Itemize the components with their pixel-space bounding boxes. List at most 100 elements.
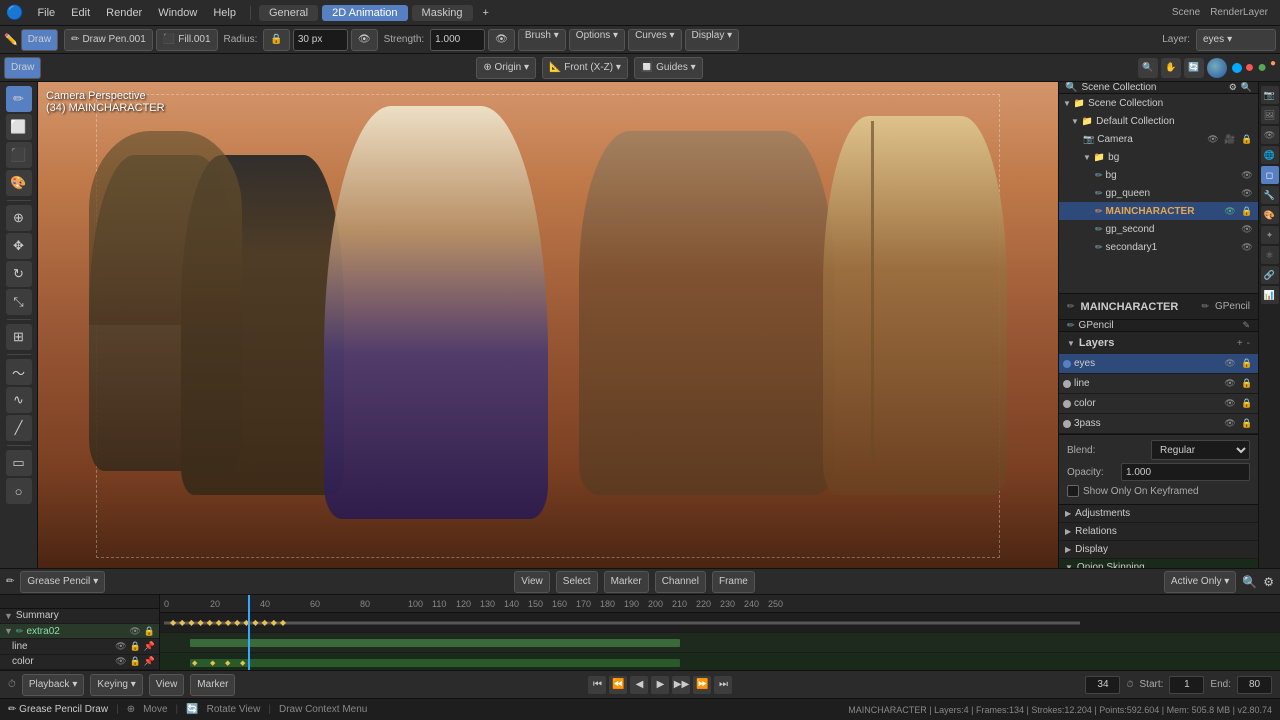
viewport-icon-3[interactable]: 🔄 [1184, 58, 1204, 78]
prev-keyframe-btn[interactable]: ⏪ [609, 676, 627, 694]
radius-eye[interactable]: 👁 [351, 29, 378, 51]
layer-eyes-eye[interactable]: 👁 [1223, 357, 1237, 371]
view-dropdown[interactable]: 📐 Front (X-Z) ▾ [542, 57, 628, 79]
curves-dropdown[interactable]: Curves ▾ [628, 29, 681, 51]
summary-collapse[interactable]: ▼ [4, 611, 13, 621]
workspace-add[interactable]: + [477, 5, 495, 21]
tool-rotate[interactable]: ↻ [6, 261, 32, 287]
color-eye[interactable]: 👁 [115, 656, 126, 667]
jump-end-btn[interactable]: ⏭ [714, 676, 732, 694]
menu-file[interactable]: File [31, 5, 61, 21]
playback-btn[interactable]: Playback ▾ [22, 674, 85, 696]
next-frame-btn[interactable]: ▶▶ [672, 676, 690, 694]
timeline-frame-menu[interactable]: Frame [712, 571, 755, 593]
viewport-icon-1[interactable]: 🔍 [1138, 58, 1158, 78]
color-pin[interactable]: 📌 [144, 656, 155, 667]
strength-eye[interactable]: 👁 [488, 29, 515, 51]
side-tab-shader[interactable]: 🎨 [1261, 206, 1279, 224]
layers-header[interactable]: ▼ Layers + - [1059, 332, 1258, 354]
tool-move[interactable]: ✥ [6, 233, 32, 259]
tool-erase[interactable]: ⬜ [6, 114, 32, 140]
draw-mode-btn[interactable]: Draw [4, 57, 41, 79]
timeline-marker-menu[interactable]: Marker [604, 571, 649, 593]
prev-frame-btn[interactable]: ◀ [630, 676, 648, 694]
render-layer-selector[interactable]: RenderLayer [1210, 7, 1268, 18]
gp-second-eye[interactable]: 👁 [1240, 222, 1254, 236]
viewport-gizmo[interactable] [1207, 58, 1227, 78]
blend-dropdown[interactable]: Regular [1151, 440, 1250, 460]
line-lock[interactable]: 🔒 [130, 641, 141, 652]
workspace-masking[interactable]: Masking [412, 5, 473, 21]
tool-draw[interactable]: ✏ [6, 86, 32, 112]
layer-3pass-lock[interactable]: 🔒 [1240, 417, 1254, 431]
layer-line-lock[interactable]: 🔒 [1240, 377, 1254, 391]
outliner-secondary1[interactable]: ✏ secondary1 👁 [1059, 238, 1258, 256]
layer-eyes[interactable]: eyes 👁 🔒 [1059, 354, 1258, 374]
show-keyframed-checkbox[interactable] [1067, 485, 1079, 497]
layer-color-eye[interactable]: 👁 [1223, 397, 1237, 411]
tool-line[interactable]: ╱ [6, 415, 32, 441]
opacity-field[interactable]: 1.000 [1121, 463, 1250, 481]
side-tab-physics[interactable]: ⚛ [1261, 246, 1279, 264]
side-tab-data[interactable]: 📊 [1261, 286, 1279, 304]
onion-skinning-section[interactable]: ▼ Onion Skinning [1059, 559, 1258, 568]
layer-color[interactable]: color 👁 🔒 [1059, 394, 1258, 414]
display-dropdown[interactable]: Display ▾ [685, 29, 740, 51]
tool-scale[interactable]: ⤡ [6, 289, 32, 315]
side-tab-particles[interactable]: ✦ [1261, 226, 1279, 244]
side-tab-output[interactable]: 🖼 [1261, 106, 1279, 124]
relations-section[interactable]: ▶ Relations [1059, 523, 1258, 541]
pen-selector[interactable]: ✏ Draw Pen.001 [64, 29, 153, 51]
timeline-select-menu[interactable]: Select [556, 571, 598, 593]
layers-remove-btn[interactable]: - [1247, 338, 1250, 349]
side-tab-modifier[interactable]: 🔧 [1261, 186, 1279, 204]
bg-obj-eye[interactable]: 👁 [1240, 168, 1254, 182]
mode-button[interactable]: Draw [21, 29, 58, 51]
search-icon[interactable]: 🔍 [1241, 82, 1252, 93]
layer-line[interactable]: line 👁 🔒 [1059, 374, 1258, 394]
tool-smooth[interactable]: 〜 [6, 359, 32, 385]
line-pin[interactable]: 📌 [144, 641, 155, 652]
outliner-scene-collection[interactable]: ▼ 📁 Scene Collection [1059, 94, 1258, 112]
blender-logo-icon[interactable]: 🔵 [6, 4, 23, 21]
layer-color-lock[interactable]: 🔒 [1240, 397, 1254, 411]
radius-lock[interactable]: 🔒 [263, 29, 289, 51]
options-dropdown[interactable]: Options ▾ [569, 29, 625, 51]
layer-line-eye[interactable]: 👁 [1223, 377, 1237, 391]
line-eye[interactable]: 👁 [115, 641, 126, 652]
current-frame-display[interactable]: 34 [1085, 676, 1120, 694]
workspace-2d-animation[interactable]: 2D Animation [322, 5, 407, 21]
extra02-collapse[interactable]: ▼ [4, 626, 13, 636]
tool-transform[interactable]: ⊞ [6, 324, 32, 350]
menu-help[interactable]: Help [207, 5, 242, 21]
outliner-bg-obj[interactable]: ✏ bg 👁 [1059, 166, 1258, 184]
filter-icon[interactable]: ⚙ [1229, 82, 1237, 93]
start-frame-display[interactable]: 1 [1169, 676, 1204, 694]
extra02-lock[interactable]: 🔒 [144, 626, 155, 637]
tool-tint[interactable]: 🎨 [6, 170, 32, 196]
grease-pencil-mode-btn[interactable]: Grease Pencil ▾ [20, 571, 105, 593]
outliner-maincharacter[interactable]: ✏ MAINCHARACTER 👁 🔒 [1059, 202, 1258, 220]
timeline-channel-menu[interactable]: Channel [655, 571, 706, 593]
timeline-view-menu[interactable]: View [514, 571, 550, 593]
camera-eye[interactable]: 👁 [1206, 132, 1220, 146]
side-tab-object[interactable]: ◻ [1261, 166, 1279, 184]
extra02-eye[interactable]: 👁 [129, 626, 140, 637]
side-tab-render[interactable]: 📷 [1261, 86, 1279, 104]
brush-dropdown[interactable]: Brush ▾ [518, 29, 566, 51]
outliner-gp-queen[interactable]: ✏ gp_queen 👁 [1059, 184, 1258, 202]
data-edit-btn[interactable]: ✎ [1242, 320, 1250, 331]
display-section[interactable]: ▶ Display [1059, 541, 1258, 559]
main-char-restrict[interactable]: 🔒 [1240, 204, 1254, 218]
end-frame-display[interactable]: 80 [1237, 676, 1272, 694]
menu-window[interactable]: Window [152, 5, 203, 21]
layer-3pass[interactable]: 3pass 👁 🔒 [1059, 414, 1258, 434]
active-only-toggle[interactable]: Active Only ▾ [1164, 571, 1236, 593]
outliner-camera[interactable]: 📷 Camera 👁 🎥 🔒 [1059, 130, 1258, 148]
tool-curve[interactable]: ∿ [6, 387, 32, 413]
keying-btn[interactable]: Keying ▾ [90, 674, 142, 696]
camera-restrict[interactable]: 🔒 [1240, 132, 1254, 146]
filter-icon-timeline[interactable]: ⚙ [1263, 575, 1274, 589]
color-lock[interactable]: 🔒 [130, 656, 141, 667]
search-timeline-icon[interactable]: 🔍 [1242, 575, 1257, 589]
